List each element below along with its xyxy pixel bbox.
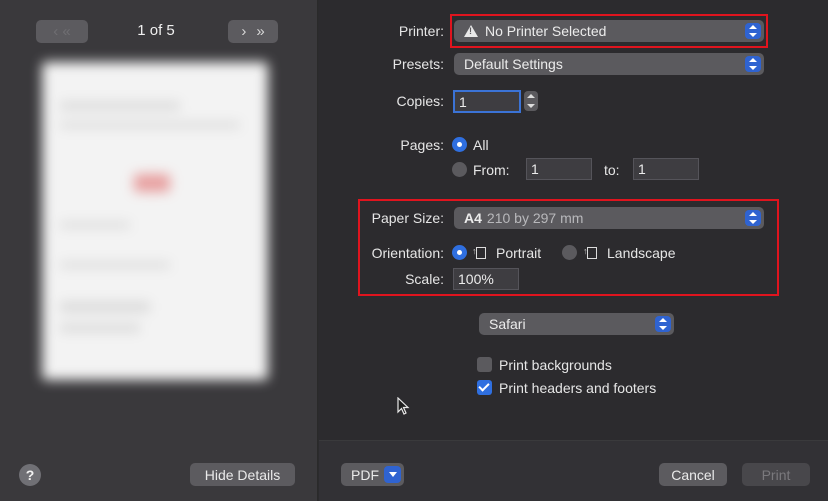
presets-select[interactable]: Default Settings (454, 53, 764, 75)
scale-label: Scale: (405, 271, 444, 287)
pages-from-input[interactable]: 1 (526, 158, 592, 180)
paper-size-name: A4 (464, 210, 482, 226)
presets-value: Default Settings (464, 56, 563, 72)
portrait-radio[interactable] (452, 245, 467, 260)
pages-to-input[interactable]: 1 (633, 158, 699, 180)
chevron-updown-icon (655, 316, 671, 332)
pages-from-radio[interactable] (452, 162, 467, 177)
pages-all-label: All (473, 137, 489, 153)
orientation-label: Orientation: (371, 245, 444, 261)
paper-size-detail: 210 by 297 mm (486, 210, 584, 226)
copies-input[interactable]: 1 (453, 90, 521, 113)
chevron-updown-icon (745, 23, 761, 39)
print-button[interactable]: Print (742, 463, 810, 486)
app-options-value: Safari (489, 316, 526, 332)
chevron-down-icon (384, 466, 401, 483)
landscape-label: Landscape (607, 245, 676, 261)
paper-size-label: Paper Size: (371, 210, 444, 226)
paper-size-select[interactable]: A4 210 by 297 mm (454, 207, 764, 229)
previous-page-icon: ‹ « (53, 23, 71, 40)
next-page-buttons[interactable]: › » (228, 20, 278, 43)
landscape-radio[interactable] (562, 245, 577, 260)
help-button[interactable]: ? (19, 464, 41, 486)
cancel-button[interactable]: Cancel (659, 463, 727, 486)
hide-details-button[interactable]: Hide Details (190, 463, 295, 486)
copies-label: Copies: (396, 93, 444, 109)
print-backgrounds-checkbox[interactable] (477, 357, 492, 372)
printer-value: No Printer Selected (485, 23, 607, 39)
print-headers-footers-label: Print headers and footers (499, 380, 657, 396)
pdf-label: PDF (351, 466, 379, 483)
last-page-icon[interactable]: » (256, 23, 264, 40)
page-indicator: 1 of 5 (137, 22, 175, 39)
pages-label: Pages: (400, 137, 444, 153)
printer-label: Printer: (398, 23, 444, 39)
landscape-icon: ↑ (583, 246, 597, 260)
preview-pane: ‹ « 1 of 5 › » ? Hide Details (0, 0, 318, 501)
page-preview-thumbnail (42, 62, 268, 380)
pages-to-label: to: (604, 162, 620, 178)
app-options-select[interactable]: Safari (479, 313, 674, 335)
previous-page-button[interactable]: ‹ « (36, 20, 88, 43)
next-page-icon[interactable]: › (241, 23, 246, 40)
pdf-menu-button[interactable]: PDF (341, 463, 404, 486)
chevron-updown-icon (745, 56, 761, 72)
scale-input[interactable]: 100% (453, 268, 519, 290)
presets-label: Presets: (392, 56, 444, 72)
warning-icon (464, 25, 478, 37)
copies-stepper[interactable] (524, 91, 538, 111)
pages-from-label: From: (473, 162, 510, 178)
printer-select[interactable]: No Printer Selected (454, 20, 764, 42)
portrait-icon: ↑ (472, 246, 486, 260)
print-headers-footers-checkbox[interactable] (477, 380, 492, 395)
portrait-label: Portrait (496, 245, 542, 261)
print-backgrounds-label: Print backgrounds (499, 357, 612, 373)
pages-all-radio[interactable] (452, 137, 467, 152)
chevron-updown-icon (745, 210, 761, 226)
